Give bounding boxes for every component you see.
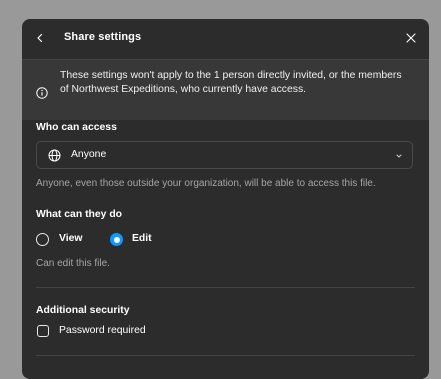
access-select[interactable]: Anyone [36,141,413,169]
notice-text: These settings won't apply to the 1 pers… [60,69,420,97]
chevron-down-icon [396,154,402,158]
dialog-header: Share settings [22,19,429,59]
who-can-access-label: Who can access [36,122,117,133]
close-icon[interactable] [404,31,418,45]
additional-security-label: Additional security [36,305,130,316]
view-radio[interactable] [36,233,49,246]
access-helper-text: Anyone, even those outside your organiza… [36,178,376,189]
dialog-title: Share settings [64,31,142,43]
permission-helper-text: Can edit this file. [36,258,110,269]
view-radio-label[interactable]: View [59,233,83,244]
bottom-divider [36,355,415,356]
edit-radio[interactable] [110,233,123,246]
chevron-left-icon[interactable] [33,31,47,45]
notice-banner: These settings won't apply to the 1 pers… [22,60,429,120]
section-divider [36,287,415,288]
password-required-label[interactable]: Password required [59,325,146,336]
notice-line-1: These settings won't apply to the 1 pers… [60,70,402,81]
notice-line-2: of Northwest Expeditions, who currently … [60,84,307,95]
password-required-checkbox[interactable] [37,325,49,337]
info-icon [36,87,48,99]
access-select-value: Anyone [71,149,107,160]
what-can-they-do-label: What can they do [36,209,123,220]
globe-icon [48,149,61,162]
share-settings-dialog: Share settings These settings won't appl… [22,19,429,379]
edit-radio-label[interactable]: Edit [132,233,152,244]
